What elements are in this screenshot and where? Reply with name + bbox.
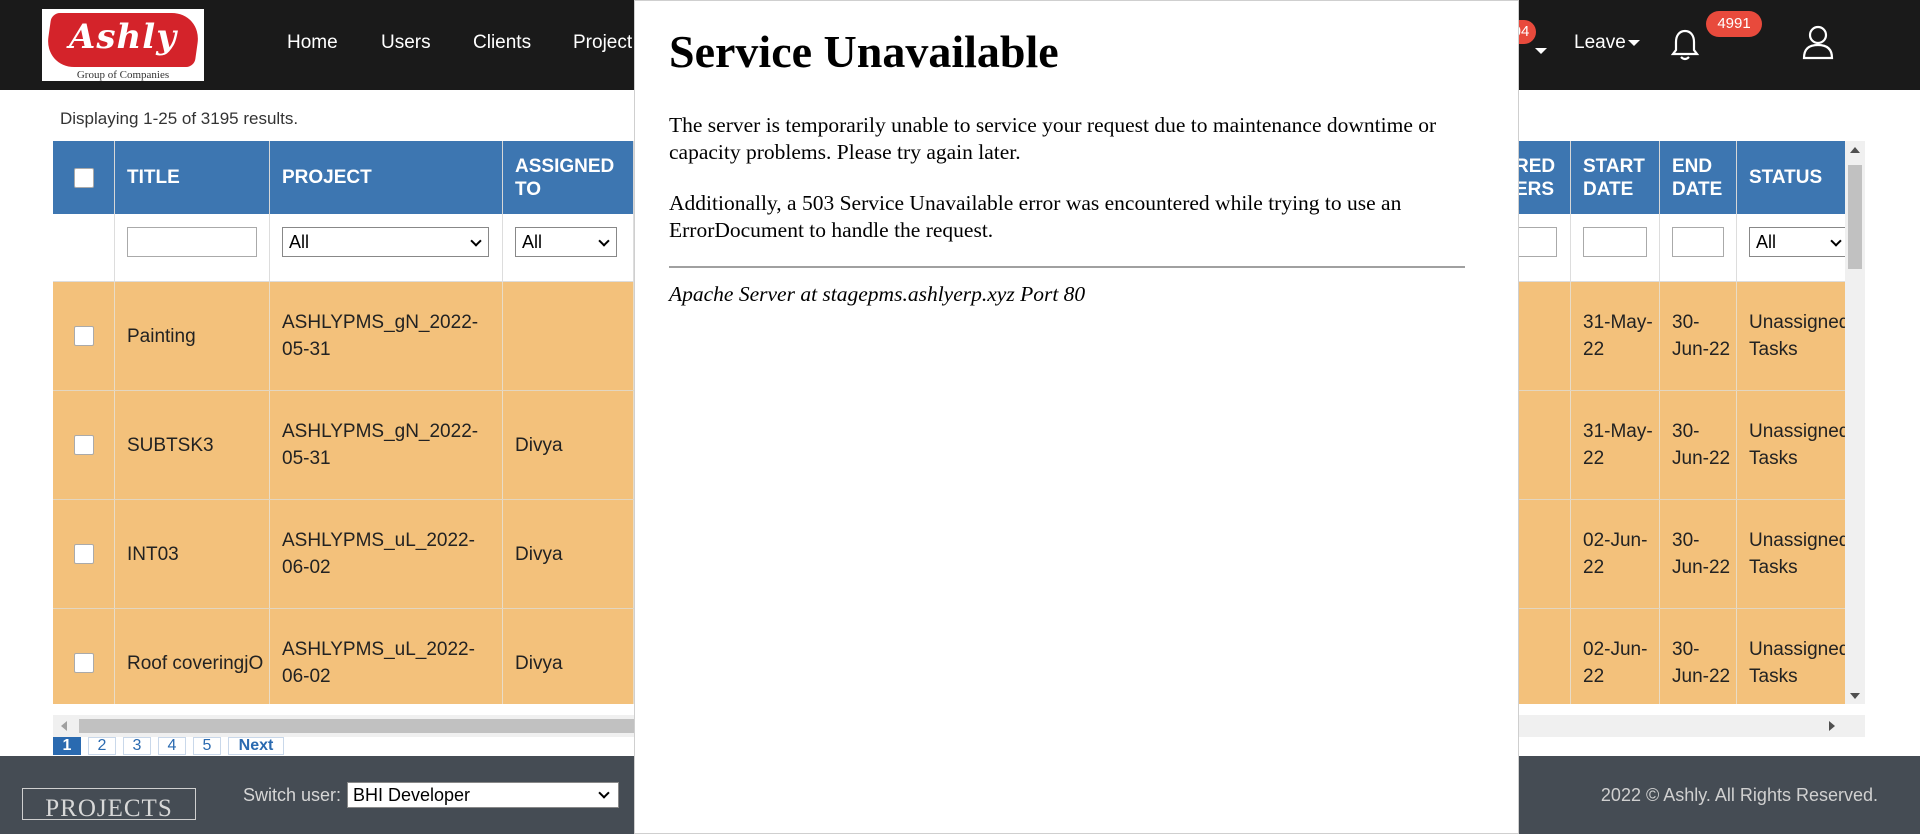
header-end-date[interactable]: END DATE [1660,141,1737,214]
row-project: ASHLYPMS_gN_2022-05-31 [270,391,503,499]
row-checkbox-cell [53,609,115,704]
row-checkbox[interactable] [74,653,94,673]
vertical-scroll-thumb[interactable] [1848,165,1862,269]
header-assigned-to[interactable]: ASSIGNED TO [503,141,634,214]
chevron-down-icon [1627,39,1640,46]
bell-icon[interactable] [1670,28,1700,62]
row-assigned: Divya [503,609,634,704]
filter-cell-end-date [1660,214,1737,282]
row-partial-cell [1513,282,1571,390]
row-partial-cell [1513,500,1571,608]
page-2-link[interactable]: 2 [88,737,116,755]
row-project: ASHLYPMS_gN_2022-05-31 [270,282,503,390]
error-title: Service Unavailable [669,26,1059,77]
assigned-filter-value: All [522,232,543,252]
row-checkbox-cell [53,500,115,608]
row-project: ASHLYPMS_uL_2022-06-02 [270,500,503,608]
results-summary: Displaying 1-25 of 3195 results. [60,109,299,128]
row-start-date: 31-May-22 [1571,391,1660,499]
page-4-link[interactable]: 4 [158,737,186,755]
projects-brand-box: PROJECTS [22,788,196,820]
page-5-link[interactable]: 5 [193,737,221,755]
nav-project[interactable]: Project [573,32,632,54]
ashly-logo[interactable]: Ashly Group of Companies [42,9,204,81]
nav-leave[interactable]: Leave [1574,32,1640,54]
switch-user-value: BHI Developer [353,785,471,805]
chevron-down-icon [598,235,610,247]
header-select-all-cell [53,141,115,214]
filter-cell-start-date [1571,214,1660,282]
start-date-filter-input[interactable] [1583,227,1647,257]
header-start-date[interactable]: START DATE [1571,141,1660,214]
page-1-link[interactable]: 1 [53,737,81,755]
logo-subtitle: Group of Companies [76,69,170,81]
row-assigned: Divya [503,500,634,608]
project-filter-value: All [289,232,310,252]
status-filter-select[interactable]: All [1749,227,1849,257]
row-title: INT03 [115,500,270,608]
chevron-down-icon [470,235,482,247]
row-checkbox-cell [53,282,115,390]
row-end-date: 30-Jun-22 [1660,282,1737,390]
row-checkbox[interactable] [74,435,94,455]
notification-badge: 4991 [1706,11,1762,37]
filter-cell-assigned: All [503,214,634,282]
title-filter-input[interactable] [127,227,257,257]
project-filter-select[interactable]: All [282,227,489,257]
filter-cell-partial [1513,214,1571,282]
scroll-right-icon[interactable] [1829,721,1835,731]
row-end-date: 30-Jun-22 [1660,500,1737,608]
row-checkbox-cell [53,391,115,499]
row-partial-cell [1513,391,1571,499]
row-assigned: Divya [503,391,634,499]
scroll-up-icon[interactable] [1850,147,1860,153]
row-assigned [503,282,634,390]
next-page-link[interactable]: Next [228,737,284,755]
header-partial-column[interactable]: RED ERS [1513,141,1571,214]
filter-cell-empty [53,214,115,282]
row-project: ASHLYPMS_uL_2022-06-02 [270,609,503,704]
row-end-date: 30-Jun-22 [1660,391,1737,499]
filter-cell-title [115,214,270,282]
user-profile-icon[interactable] [1801,24,1835,60]
nav-users[interactable]: Users [381,32,431,54]
switch-user-label: Switch user: [243,785,342,805]
row-start-date: 02-Jun-22 [1571,609,1660,704]
nav-clients[interactable]: Clients [473,32,531,54]
error-additional-message: Additionally, a 503 Service Unavailable … [669,191,1402,242]
row-start-date: 02-Jun-22 [1571,500,1660,608]
header-title[interactable]: TITLE [115,141,270,214]
error-message: The server is temporarily unable to serv… [669,113,1437,164]
chevron-down-icon[interactable] [1533,42,1547,60]
row-title: Roof coveringjO [115,609,270,704]
scroll-down-icon[interactable] [1850,693,1860,699]
page-3-link[interactable]: 3 [123,737,151,755]
row-checkbox[interactable] [74,326,94,346]
row-checkbox[interactable] [74,544,94,564]
row-start-date: 31-May-22 [1571,282,1660,390]
switch-user-select[interactable]: BHI Developer [347,782,619,808]
partial-filter-input[interactable] [1513,227,1557,257]
vertical-scrollbar[interactable] [1845,141,1865,704]
filter-cell-project: All [270,214,503,282]
chevron-down-icon [1830,235,1842,247]
status-filter-value: All [1756,232,1777,252]
assigned-filter-select[interactable]: All [515,227,617,257]
nav-leave-label: Leave [1574,32,1626,53]
row-end-date: 30-Jun-22 [1660,609,1737,704]
header-project[interactable]: PROJECT [270,141,503,214]
row-title: Painting [115,282,270,390]
row-title: SUBTSK3 [115,391,270,499]
server-address: Apache Server at stagepms.ashlyerp.xyz P… [669,282,1086,306]
end-date-filter-input[interactable] [1672,227,1724,257]
chevron-down-icon [598,787,610,799]
logo-text: Ashly [69,17,177,57]
service-unavailable-panel: Service Unavailable The server is tempor… [634,0,1519,834]
error-divider [669,266,1465,268]
select-all-checkbox[interactable] [73,167,94,188]
scroll-left-icon[interactable] [61,721,67,731]
copyright-text: 2022 © Ashly. All Rights Reserved. [1600,785,1878,805]
nav-home[interactable]: Home [287,32,338,54]
row-partial-cell [1513,609,1571,704]
